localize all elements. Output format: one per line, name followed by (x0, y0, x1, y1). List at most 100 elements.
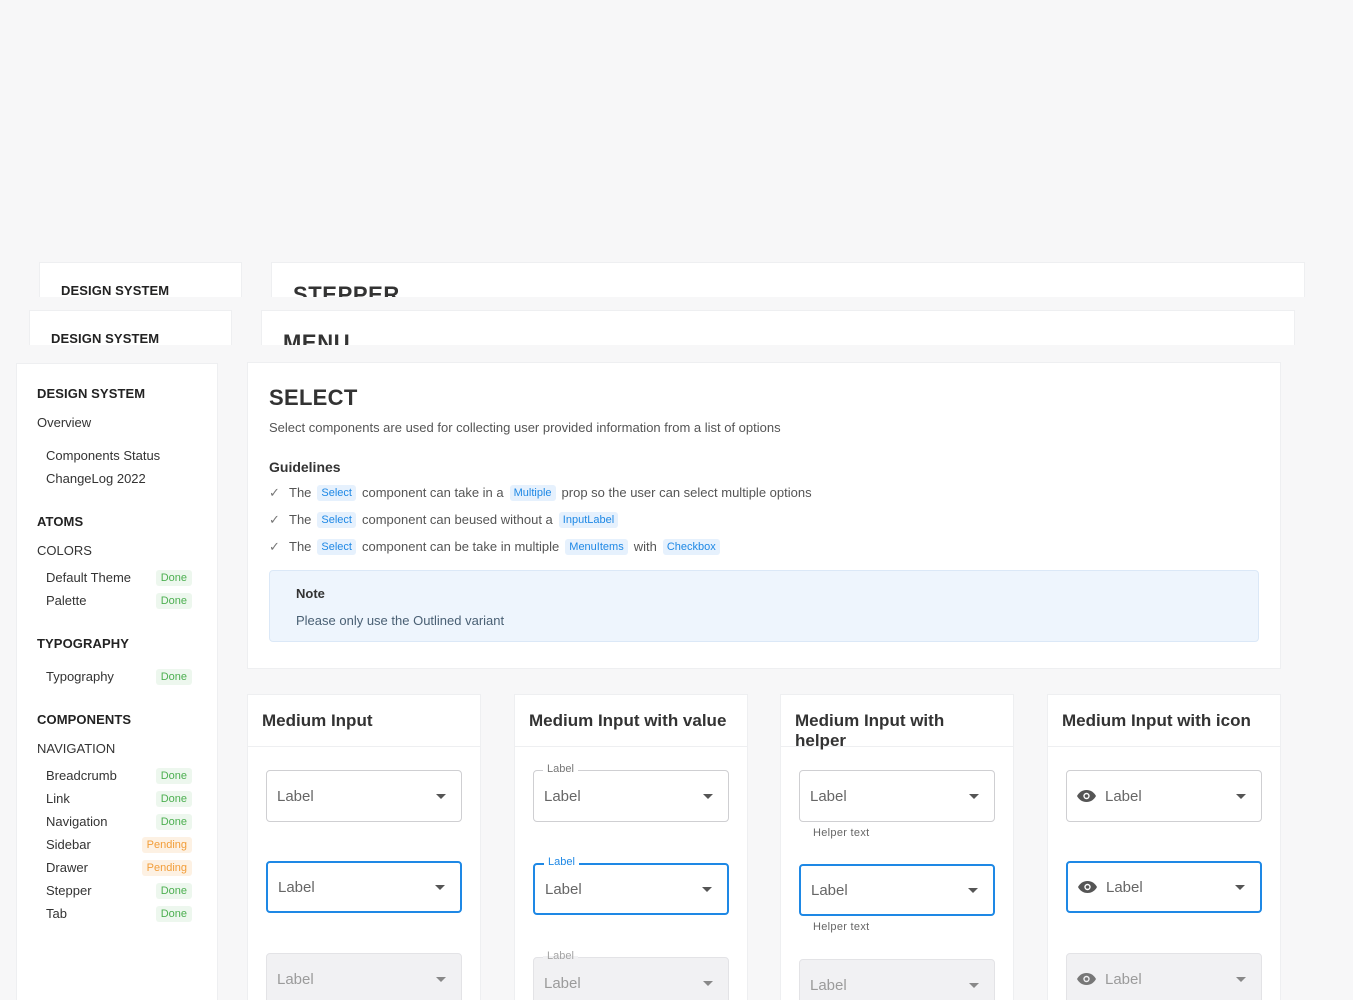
select-label: Label (1105, 787, 1142, 805)
select-field-focused[interactable]: Label Label (533, 856, 729, 915)
demo-title: Medium Input (248, 695, 480, 747)
sidebar-item-label: Typography (46, 669, 114, 684)
eye-icon (1078, 881, 1097, 893)
sidebar-item-label: Sidebar (46, 837, 91, 852)
sidebar-item-typography[interactable]: Typography Done (37, 665, 217, 694)
eye-icon (1077, 790, 1096, 802)
select-field-default[interactable]: Label (266, 770, 462, 822)
bg-layer-sidebar-1: DESIGN SYSTEM (39, 262, 242, 298)
select-field-focused[interactable]: Label (799, 864, 995, 916)
guideline-text: The (289, 512, 312, 527)
sidebar-item-label: Palette (46, 593, 87, 608)
sidebar-item-label: Stepper (46, 883, 92, 898)
select-doc-card: SELECT Select components are used for co… (247, 362, 1281, 669)
bg-layer-main-2: MENU (261, 310, 1295, 346)
demo-card-medium-input-with-value: Medium Input with value Label Label Labe… (514, 694, 748, 1000)
guideline-text: prop so the user can select multiple opt… (561, 485, 812, 500)
floating-label: Label (544, 856, 579, 868)
sidebar-item-changelog[interactable]: ChangeLog 2022 (37, 467, 217, 496)
sidebar-section-typography: TYPOGRAPHY (37, 636, 130, 651)
bg-layer-title: MENU (283, 330, 351, 346)
caret-down-icon (703, 793, 713, 799)
demo-title: Medium Input with icon (1048, 695, 1280, 747)
select-value: Label (544, 787, 581, 805)
sidebar-item-tab[interactable]: Tab Done (37, 902, 217, 931)
guidelines-title: Guidelines (269, 459, 341, 475)
sidebar-item-label: Default Theme (46, 570, 132, 585)
select-field-focused[interactable]: Label (1066, 861, 1262, 913)
status-badge: Done (155, 668, 192, 685)
code-chip: MenuItems (565, 538, 628, 555)
sidebar-item-label: Drawer (46, 860, 88, 875)
bg-layer-main-1: STEPPER (271, 262, 1305, 298)
sidebar-item-palette[interactable]: Palette Done (37, 589, 217, 618)
select-label: Label (810, 976, 847, 994)
code-chip: Select (317, 511, 356, 528)
select-label: Label (811, 881, 848, 899)
caret-down-icon (435, 884, 445, 890)
check-icon: ✓ (269, 538, 280, 554)
select-field-disabled: Label (266, 953, 462, 1000)
helper-text: Helper text (813, 827, 870, 839)
status-badge: Done (155, 767, 192, 784)
select-field-default[interactable]: Label Label (533, 763, 729, 822)
status-badge: Done (155, 813, 192, 830)
select-label: Label (810, 787, 847, 805)
status-badge: Done (155, 592, 192, 609)
caret-down-icon (436, 793, 446, 799)
select-field-disabled: Label (799, 959, 995, 1000)
status-badge: Done (155, 882, 192, 899)
layer-gap (20, 297, 1320, 311)
select-label: Label (278, 878, 315, 896)
select-field-focused[interactable]: Label (266, 861, 462, 913)
sidebar-section-atoms: ATOMS (37, 514, 84, 529)
check-icon: ✓ (269, 511, 280, 527)
select-label: Label (277, 787, 314, 805)
note-box: Note Please only use the Outlined varian… (269, 570, 1259, 642)
caret-down-icon (968, 887, 978, 893)
select-value: Label (544, 974, 581, 992)
select-field-disabled: Label (1066, 953, 1262, 1000)
status-badge: Pending (141, 836, 192, 853)
sidebar-item-label: Breadcrumb (46, 768, 117, 783)
select-label: Label (1105, 970, 1142, 988)
eye-icon (1077, 973, 1096, 985)
page-title: SELECT (269, 385, 358, 410)
select-value: Label (545, 880, 582, 898)
status-badge: Pending (141, 859, 192, 876)
page-description: Select components are used for collectin… (269, 420, 781, 435)
demo-card-medium-input-with-icon: Medium Input with icon Label Label Label (1047, 694, 1281, 1000)
bg-layer-heading: DESIGN SYSTEM (61, 283, 170, 298)
code-chip: Multiple (509, 484, 556, 501)
status-badge: Done (155, 569, 192, 586)
floating-label: Label (543, 763, 578, 775)
check-icon: ✓ (269, 484, 280, 500)
sidebar-item-label: Navigation (46, 814, 108, 829)
select-field-disabled: Label Label (533, 950, 729, 1000)
sidebar-item-label: Components Status (46, 448, 161, 463)
demo-card-medium-input: Medium Input Label Label Label (247, 694, 481, 1000)
demo-card-medium-input-with-helper: Medium Input with helper Label Helper te… (780, 694, 1014, 1000)
select-field-default[interactable]: Label (1066, 770, 1262, 822)
caret-down-icon (436, 976, 446, 982)
caret-down-icon (702, 886, 712, 892)
select-field-default[interactable]: Label (799, 770, 995, 822)
caret-down-icon (703, 980, 713, 986)
caret-down-icon (1236, 976, 1246, 982)
helper-text: Helper text (813, 921, 870, 933)
sidebar-heading: DESIGN SYSTEM (37, 386, 146, 401)
code-chip: Select (317, 484, 356, 501)
guideline-item: ✓ The Select component can be take in mu… (269, 537, 1259, 556)
caret-down-icon (1235, 884, 1245, 890)
note-body: Please only use the Outlined variant (296, 613, 505, 628)
caret-down-icon (969, 982, 979, 988)
sidebar-item-overview[interactable]: Overview (37, 415, 217, 444)
demo-title: Medium Input with value (515, 695, 747, 747)
sidebar-section-components: COMPONENTS (37, 712, 132, 727)
note-title: Note (296, 586, 325, 601)
select-label: Label (277, 970, 314, 988)
bg-layer-heading: DESIGN SYSTEM (51, 331, 160, 346)
guideline-item: ✓ The Select component can beused withou… (269, 510, 1259, 529)
sidebar: DESIGN SYSTEM Overview Components Status… (16, 363, 218, 1000)
caret-down-icon (969, 793, 979, 799)
